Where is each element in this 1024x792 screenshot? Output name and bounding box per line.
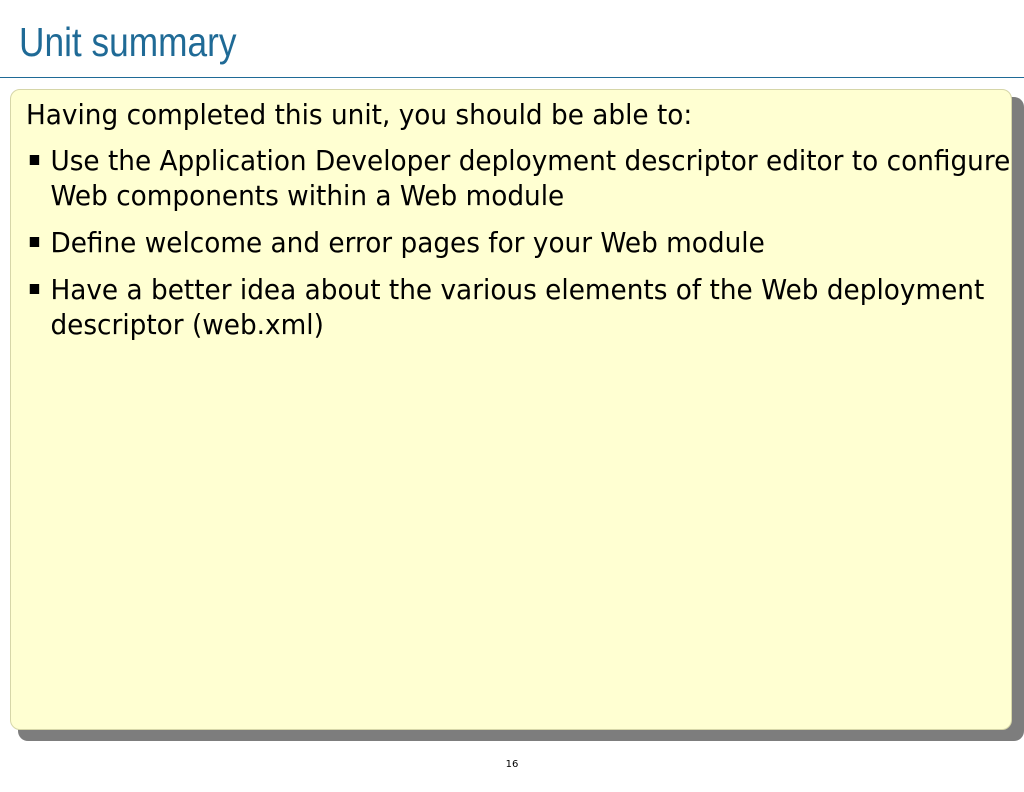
- bullet-item: Have a better idea about the various ele…: [26, 272, 1013, 342]
- square-bullet-icon: [29, 155, 40, 165]
- bullet-text: Use the Application Developer deployment…: [50, 144, 1011, 212]
- bullet-list: Use the Application Developer deployment…: [26, 143, 1013, 354]
- bullet-text: Define welcome and error pages for your …: [50, 226, 765, 259]
- title-divider: [0, 77, 1024, 78]
- bullet-text: Have a better idea about the various ele…: [50, 273, 985, 341]
- bullet-item: Define welcome and error pages for your …: [26, 225, 1013, 260]
- square-bullet-icon: [29, 237, 40, 247]
- slide-title: Unit summary: [19, 19, 237, 65]
- intro-text: Having completed this unit, you should b…: [26, 98, 693, 131]
- page-number: 16: [505, 759, 519, 770]
- bullet-item: Use the Application Developer deployment…: [26, 143, 1013, 213]
- square-bullet-icon: [29, 284, 40, 294]
- content-box: Having completed this unit, you should b…: [10, 89, 1012, 730]
